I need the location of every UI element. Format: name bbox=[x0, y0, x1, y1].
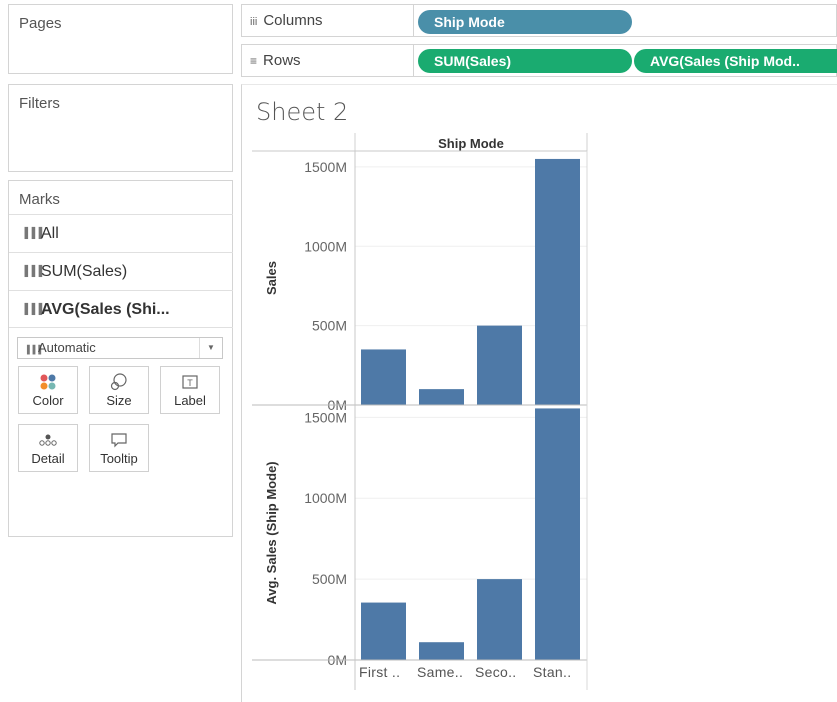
pill-ship-mode[interactable]: Ship Mode bbox=[418, 10, 632, 34]
card-label: Tooltip bbox=[100, 451, 138, 466]
marks-item-label: All bbox=[41, 225, 59, 243]
size-icon bbox=[90, 369, 148, 393]
columns-icon: iii bbox=[250, 16, 258, 28]
marks-item-all[interactable]: ▐▐▐All bbox=[9, 214, 233, 252]
columns-label: iii Columns bbox=[250, 12, 323, 29]
pages-title: Pages bbox=[19, 15, 62, 32]
pill-avg-sales[interactable]: AVG(Sales (Ship Mod.. bbox=[634, 49, 837, 73]
card-label: Color bbox=[32, 393, 64, 408]
rows-icon: ≡ bbox=[250, 54, 258, 68]
rows-label: ≡ Rows bbox=[250, 52, 301, 69]
rows-label-text: Rows bbox=[263, 52, 301, 69]
mark-type-value: Automatic bbox=[38, 340, 96, 355]
filters-title: Filters bbox=[19, 95, 60, 112]
svg-text:T: T bbox=[187, 378, 193, 388]
bar-chart-icon: ▐▐▐ bbox=[21, 228, 43, 239]
card-label: Detail bbox=[31, 451, 65, 466]
bar-chart-icon: ▐▐▐ bbox=[21, 266, 43, 277]
bar-chart-icon: ▐▐▐ bbox=[24, 345, 42, 354]
mark-type-dropdown[interactable]: ▐▐▐Automatic ▼ bbox=[17, 337, 223, 359]
tooltip-card[interactable]: Tooltip bbox=[89, 424, 149, 472]
dropdown-arrow-icon: ▼ bbox=[199, 338, 222, 358]
detail-icon bbox=[19, 427, 77, 451]
label-card[interactable]: T Label bbox=[160, 366, 220, 414]
marks-item-avg-sales[interactable]: ▐▐▐AVG(Sales (Shi... bbox=[9, 290, 233, 328]
size-card[interactable]: Size bbox=[89, 366, 149, 414]
marks-item-label: AVG(Sales (Shi... bbox=[41, 301, 170, 319]
bar-chart-icon: ▐▐▐ bbox=[21, 304, 43, 315]
sheet-title: Sheet 2 bbox=[256, 98, 349, 126]
tooltip-icon bbox=[90, 427, 148, 451]
card-label: Size bbox=[106, 393, 132, 408]
sheet-area bbox=[241, 84, 837, 702]
marks-item-sum-sales[interactable]: ▐▐▐SUM(Sales) bbox=[9, 252, 233, 290]
card-label: Label bbox=[174, 393, 206, 408]
marks-item-label: SUM(Sales) bbox=[41, 263, 128, 281]
marks-title: Marks bbox=[19, 191, 60, 208]
label-icon: T bbox=[161, 369, 219, 393]
color-dots-icon bbox=[19, 369, 77, 393]
detail-card[interactable]: Detail bbox=[18, 424, 78, 472]
pill-sum-sales[interactable]: SUM(Sales) bbox=[418, 49, 632, 73]
columns-label-text: Columns bbox=[263, 12, 323, 29]
filters-panel[interactable]: Filters bbox=[8, 84, 233, 172]
pages-panel: Pages bbox=[8, 4, 233, 74]
color-card[interactable]: Color bbox=[18, 366, 78, 414]
